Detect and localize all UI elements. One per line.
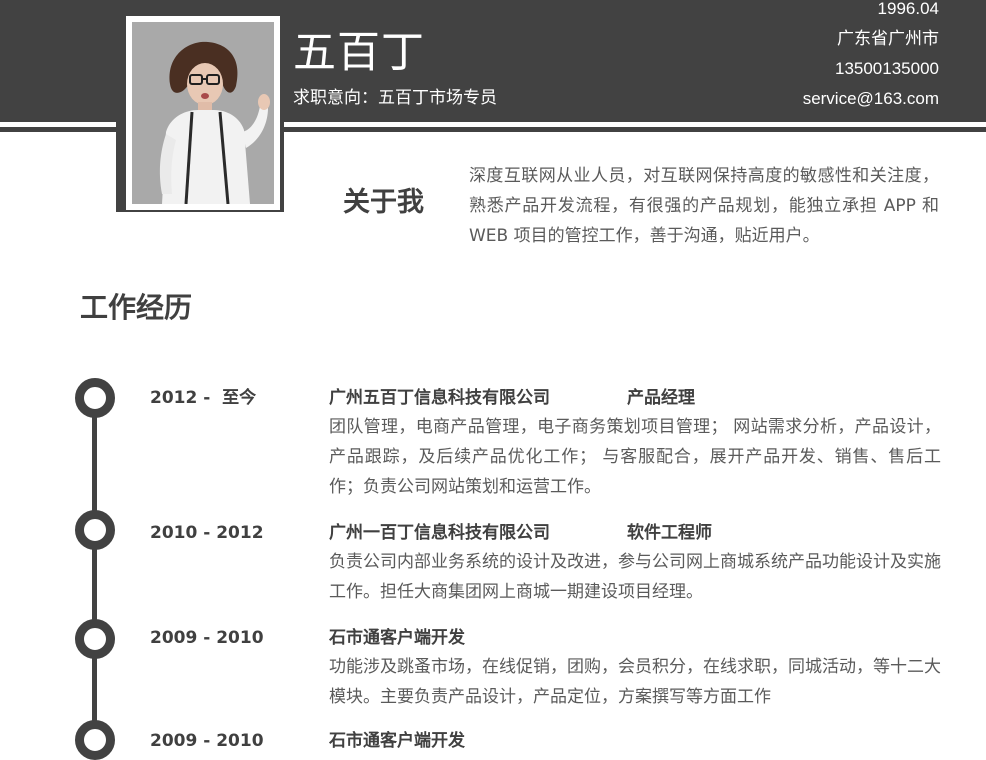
entry-date: 2009 - 2010 <box>150 628 264 648</box>
experience-title: 工作经历 <box>80 291 193 324</box>
location: 广东省广州市 <box>837 29 939 48</box>
contact-info: 1996.04 广东省广州市 13500135000 service@163.c… <box>803 0 939 114</box>
email-address: service@163.com <box>802 89 939 108</box>
about-text: 深度互联网从业人员，对互联网保持高度的敏感性和关注度，熟悉产品开发流程，有很强的… <box>469 166 939 246</box>
entry-date: 2010 - 2012 <box>150 523 264 543</box>
timeline-dot-icon <box>75 720 115 760</box>
entry-company: 广州五百丁信息科技有限公司 <box>329 388 550 408</box>
birth-date: 1996.04 <box>877 0 939 18</box>
entry-description: 功能涉及跳蚤市场，在线促销，团购，会员积分，在线求职，同城活动，等十二大模块。主… <box>329 657 941 707</box>
timeline-dot-icon <box>75 510 115 550</box>
timeline-dot-icon <box>75 619 115 659</box>
entry-company: 广州一百丁信息科技有限公司 <box>329 523 550 543</box>
entry-date: 2012 - 至今 <box>150 388 257 408</box>
photo-border <box>126 16 280 210</box>
entry-description: 团队管理，电商产品管理，电子商务策划项目管理； 网站需求分析，产品设计，产品跟踪… <box>329 417 941 497</box>
objective-label: 求职意向： <box>293 88 378 108</box>
timeline-dot-icon <box>75 378 115 418</box>
timeline-line <box>92 398 97 758</box>
phone-number: 13500135000 <box>834 59 939 78</box>
job-objective: 求职意向：五百丁市场专员 <box>293 87 497 109</box>
entry-role: 软件工程师 <box>627 523 712 543</box>
objective-value: 五百丁市场专员 <box>378 88 497 108</box>
entry-description: 负责公司内部业务系统的设计及改进，参与公司网上商城系统产品功能设计及实施工作。担… <box>329 552 941 602</box>
profile-photo <box>132 22 274 204</box>
entry-company: 石市通客户端开发 <box>329 628 465 648</box>
entry-date: 2009 - 2010 <box>150 731 264 751</box>
entry-role: 产品经理 <box>627 388 695 408</box>
entry-company: 石市通客户端开发 <box>329 731 465 751</box>
photo-frame <box>116 6 284 212</box>
candidate-name: 五百丁 <box>293 28 425 78</box>
about-title: 关于我 <box>343 187 424 218</box>
